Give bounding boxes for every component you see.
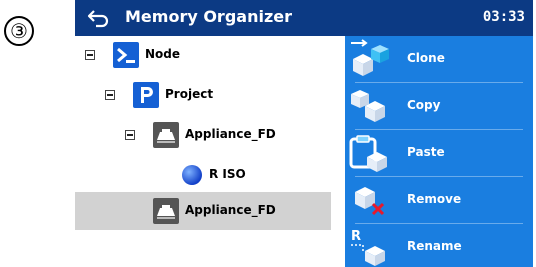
appliance-icon: [153, 122, 179, 148]
paste-button[interactable]: Paste: [345, 130, 533, 176]
memory-tree: Node Project Appliance_FD R ISO Applianc…: [75, 36, 345, 267]
clone-icon: [351, 39, 389, 76]
action-label: Paste: [407, 145, 445, 159]
tree-item-project[interactable]: Project: [75, 76, 345, 114]
remove-icon: [355, 187, 385, 216]
tree-item-appliance[interactable]: Appliance_FD: [75, 116, 345, 154]
clock: 03:33: [482, 9, 525, 25]
copy-button[interactable]: Copy: [345, 83, 533, 129]
terminal-node-icon: [113, 42, 139, 68]
action-label: Copy: [407, 98, 441, 112]
device-screen: Memory Organizer 03:33 Node Project Appl…: [75, 0, 533, 267]
remove-button[interactable]: Remove: [345, 177, 533, 223]
tree-item-measurement[interactable]: R ISO: [75, 156, 345, 194]
action-label: Rename: [407, 239, 462, 253]
tree-item-label: Node: [145, 47, 181, 61]
action-label: Remove: [407, 192, 462, 206]
rename-icon: R: [351, 229, 385, 266]
appliance-icon: [153, 198, 179, 224]
tree-item-label: R ISO: [209, 167, 246, 181]
collapse-toggle[interactable]: [125, 130, 135, 140]
title-bar: Memory Organizer 03:33: [75, 0, 533, 36]
action-label: Clone: [407, 51, 445, 65]
measurement-dot-icon: [182, 165, 202, 185]
svg-text:R: R: [351, 229, 361, 244]
collapse-toggle[interactable]: [105, 90, 115, 100]
tree-item-label: Project: [165, 87, 214, 101]
collapse-toggle[interactable]: [85, 50, 95, 60]
page-title: Memory Organizer: [125, 7, 292, 26]
project-icon: [133, 82, 159, 108]
action-panel: Clone Copy Paste Remove R Rename: [345, 36, 533, 267]
clone-button[interactable]: Clone: [345, 36, 533, 82]
tree-item-node[interactable]: Node: [75, 36, 345, 74]
tree-item-label: Appliance_FD: [185, 203, 276, 217]
paste-icon: [349, 135, 387, 172]
step-marker: ③: [4, 16, 34, 46]
back-arrow-icon[interactable]: [87, 7, 109, 29]
copy-icon: [351, 90, 385, 122]
rename-button[interactable]: R Rename: [345, 224, 533, 267]
tree-item-appliance-selected[interactable]: Appliance_FD: [75, 192, 331, 230]
tree-item-label: Appliance_FD: [185, 127, 276, 141]
